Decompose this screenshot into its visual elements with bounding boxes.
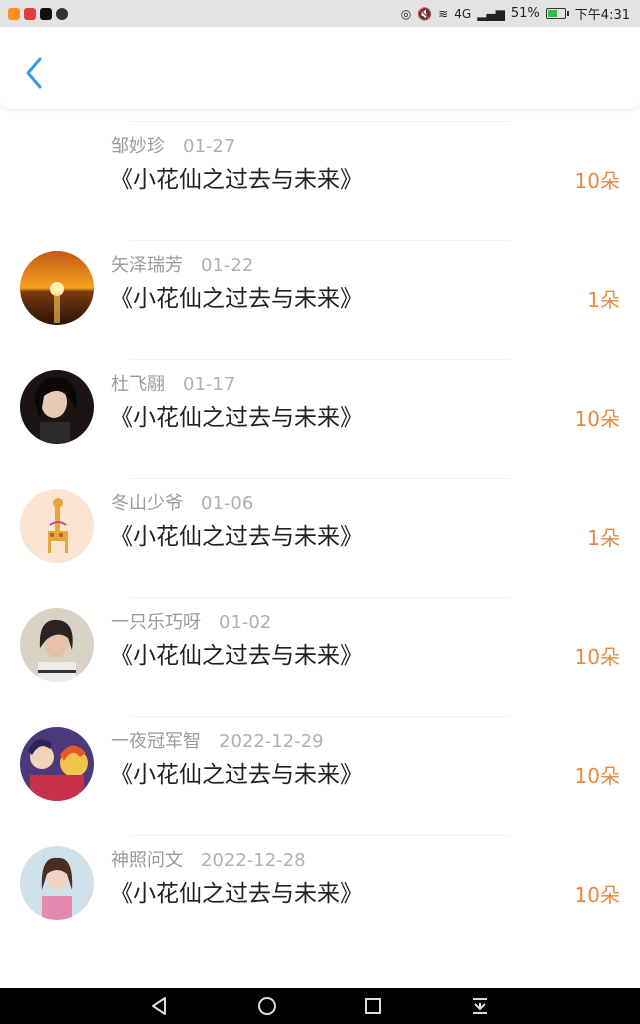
row-divider bbox=[130, 240, 510, 241]
nav-notification-button[interactable] bbox=[469, 995, 491, 1017]
circle-home-icon bbox=[258, 997, 276, 1015]
user-name[interactable]: 冬山少爷 bbox=[111, 493, 183, 514]
avatar[interactable] bbox=[20, 132, 94, 206]
nav-home-button[interactable] bbox=[256, 995, 278, 1017]
nav-back-button[interactable] bbox=[148, 995, 170, 1017]
item-meta: 神照问文 2022-12-28 bbox=[111, 846, 306, 872]
message-icon bbox=[56, 7, 68, 20]
gift-date: 01-17 bbox=[183, 374, 236, 395]
nav-recent-button[interactable] bbox=[362, 995, 384, 1017]
gift-date: 01-02 bbox=[219, 612, 272, 633]
flower-count: 10朵 bbox=[574, 169, 620, 193]
gift-date: 2022-12-29 bbox=[219, 731, 324, 752]
app-notification-icon bbox=[24, 7, 36, 20]
avatar[interactable] bbox=[20, 846, 94, 920]
list-item[interactable]: 杜飞翮 01-17 《小花仙之过去与未来》 10朵 bbox=[0, 370, 640, 489]
system-indicators: ◎ 🔇 ≋ 4G ▂▄▆ 51% 下午4:31 bbox=[401, 4, 640, 23]
wifi-icon: ≋ bbox=[438, 6, 449, 21]
book-title: 《小花仙之过去与未来》 bbox=[110, 762, 363, 788]
list-item[interactable]: 矢泽瑞芳 01-22 《小花仙之过去与未来》 1朵 bbox=[0, 251, 640, 370]
gift-list[interactable]: 巴鹏程01-30《小花仙之过去与未来》10朵邹妙珍01-27《小花仙之过去与未来… bbox=[0, 27, 640, 988]
user-name[interactable]: 一夜冠军智 bbox=[111, 731, 201, 752]
triangle-back-icon bbox=[152, 997, 166, 1015]
flower-count: 10朵 bbox=[574, 883, 620, 907]
book-title: 《小花仙之过去与未来》 bbox=[110, 524, 363, 550]
system-nav-bar bbox=[0, 988, 640, 1024]
book-title: 《小花仙之过去与未来》 bbox=[110, 881, 363, 907]
avatar[interactable] bbox=[20, 608, 94, 682]
book-title: 《小花仙之过去与未来》 bbox=[110, 167, 363, 193]
avatar[interactable] bbox=[20, 727, 94, 801]
back-button[interactable] bbox=[18, 55, 50, 91]
item-meta: 一夜冠军智 2022-12-29 bbox=[111, 727, 324, 753]
avatar[interactable] bbox=[20, 251, 94, 325]
flower-count: 1朵 bbox=[587, 526, 620, 550]
row-divider bbox=[130, 121, 510, 122]
list-item[interactable]: 一只乐巧呀 01-02 《小花仙之过去与未来》 10朵 bbox=[0, 608, 640, 727]
battery-percent: 51% bbox=[510, 6, 540, 21]
row-divider bbox=[130, 716, 510, 717]
flower-count: 10朵 bbox=[574, 764, 620, 788]
item-meta: 杜飞翮 01-17 bbox=[111, 370, 235, 396]
row-divider bbox=[130, 478, 510, 479]
gift-date: 01-06 bbox=[201, 493, 254, 514]
book-title: 《小花仙之过去与未来》 bbox=[110, 286, 363, 312]
user-name[interactable]: 神照问文 bbox=[111, 850, 183, 871]
mute-icon: 🔇 bbox=[417, 6, 433, 21]
avatar[interactable] bbox=[20, 489, 94, 563]
book-title: 《小花仙之过去与未来》 bbox=[110, 643, 363, 669]
download-arrow-icon bbox=[473, 998, 487, 1014]
user-name[interactable]: 邹妙珍 bbox=[111, 136, 165, 157]
book-title: 《小花仙之过去与未来》 bbox=[110, 405, 363, 431]
item-meta: 邹妙珍 01-27 bbox=[111, 132, 235, 158]
clock: 下午4:31 bbox=[574, 8, 630, 23]
app-notification-icon bbox=[8, 7, 20, 20]
notification-icons bbox=[0, 7, 68, 20]
avatar[interactable] bbox=[20, 370, 94, 444]
status-bar: ◎ 🔇 ≋ 4G ▂▄▆ 51% 下午4:31 bbox=[0, 0, 640, 27]
signal-icon: ▂▄▆ bbox=[477, 6, 505, 21]
battery-icon bbox=[545, 8, 569, 19]
network-label: 4G bbox=[454, 6, 472, 21]
user-name[interactable]: 一只乐巧呀 bbox=[111, 612, 201, 633]
gift-date: 01-22 bbox=[201, 255, 254, 276]
row-divider bbox=[130, 597, 510, 598]
square-recent-icon bbox=[365, 998, 381, 1014]
user-name[interactable]: 矢泽瑞芳 bbox=[111, 255, 183, 276]
nfc-icon: ◎ bbox=[400, 6, 412, 21]
app-header bbox=[0, 27, 640, 109]
gift-date: 01-27 bbox=[183, 136, 236, 157]
tiktok-icon bbox=[40, 7, 52, 20]
list-item[interactable]: 邹妙珍 01-27 《小花仙之过去与未来》 10朵 bbox=[0, 132, 640, 251]
flower-count: 10朵 bbox=[574, 645, 620, 669]
list-item[interactable]: 神照问文 2022-12-28 《小花仙之过去与未来》 10朵 bbox=[0, 846, 640, 965]
row-divider bbox=[130, 359, 510, 360]
user-name[interactable]: 杜飞翮 bbox=[111, 374, 165, 395]
flower-count: 1朵 bbox=[587, 288, 620, 312]
chevron-left-icon bbox=[26, 57, 42, 89]
list-item[interactable]: 冬山少爷 01-06 《小花仙之过去与未来》 1朵 bbox=[0, 489, 640, 608]
item-meta: 一只乐巧呀 01-02 bbox=[111, 608, 271, 634]
item-meta: 冬山少爷 01-06 bbox=[111, 489, 253, 515]
gift-date: 2022-12-28 bbox=[201, 850, 306, 871]
item-meta: 矢泽瑞芳 01-22 bbox=[111, 251, 253, 277]
flower-count: 10朵 bbox=[574, 407, 620, 431]
list-item[interactable]: 一夜冠军智 2022-12-29 《小花仙之过去与未来》 10朵 bbox=[0, 727, 640, 846]
row-divider bbox=[130, 835, 510, 836]
